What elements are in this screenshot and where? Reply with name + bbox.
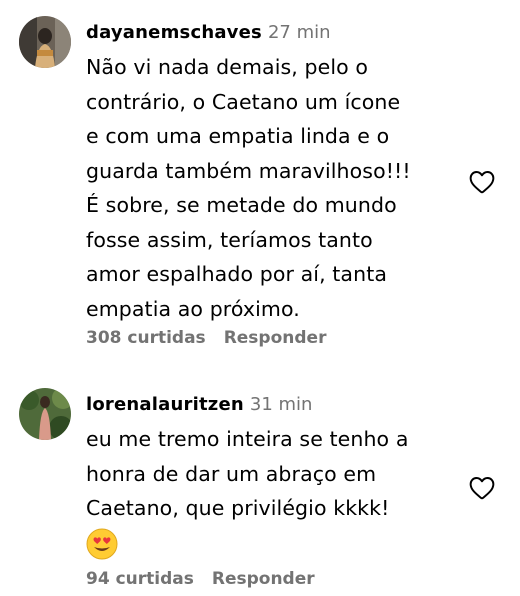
comment-text: eu me tremo inteira se tenho a honra de … bbox=[86, 422, 456, 570]
comment-line: Caetano, que privilégio kkkk! bbox=[86, 496, 390, 520]
heart-eyes-emoji bbox=[86, 528, 118, 559]
comment-line: guarda também maravilhoso!!! bbox=[86, 158, 411, 183]
comment-line: e com uma empatia linda e o bbox=[86, 124, 390, 148]
comment-line: fosse assim, teríamos tanto bbox=[86, 227, 373, 252]
comment-line: eu me tremo inteira se tenho a bbox=[86, 427, 409, 451]
comment-line: Não vi nada demais, pelo o bbox=[86, 55, 369, 79]
reply-button[interactable]: Responder bbox=[224, 328, 327, 348]
like-heart-icon[interactable] bbox=[469, 476, 495, 500]
comment-line: empatia ao próximo. bbox=[86, 296, 300, 321]
avatar[interactable] bbox=[19, 388, 71, 440]
avatar[interactable] bbox=[19, 16, 71, 68]
reply-button[interactable]: Responder bbox=[212, 569, 315, 589]
like-heart-icon[interactable] bbox=[469, 170, 495, 194]
timestamp: 27 min bbox=[267, 22, 331, 43]
likes-count[interactable]: 308 curtidas bbox=[86, 328, 206, 348]
comment: dayanemschaves 27 min Não vi nada demais,… bbox=[0, 0, 520, 370]
comment-actions: 308 curtidas Responder bbox=[86, 328, 326, 348]
comment-line: honra de dar um abraço em bbox=[86, 461, 377, 486]
likes-count[interactable]: 94 curtidas bbox=[86, 569, 194, 589]
comment-line: amor espalhado por aí, tanta bbox=[86, 262, 387, 286]
username[interactable]: lorenalauritzen bbox=[86, 394, 244, 415]
comment-header: dayanemschaves 27 min bbox=[86, 20, 456, 46]
comment-header: lorenalauritzen 31 min bbox=[86, 392, 456, 418]
comment-actions: 94 curtidas Responder bbox=[86, 569, 315, 589]
timestamp: 31 min bbox=[249, 394, 313, 415]
comment-line bbox=[86, 526, 456, 571]
comment-line: É sobre, se metade do mundo bbox=[86, 193, 397, 217]
username[interactable]: dayanemschaves bbox=[86, 22, 262, 43]
comment: lorenalauritzen 31 min eu me tremo inteir… bbox=[0, 370, 520, 596]
comment-line: contrário, o Caetano um ícone bbox=[86, 89, 401, 114]
comment-text: Não vi nada demais, pelo o contrário, o … bbox=[86, 50, 456, 326]
